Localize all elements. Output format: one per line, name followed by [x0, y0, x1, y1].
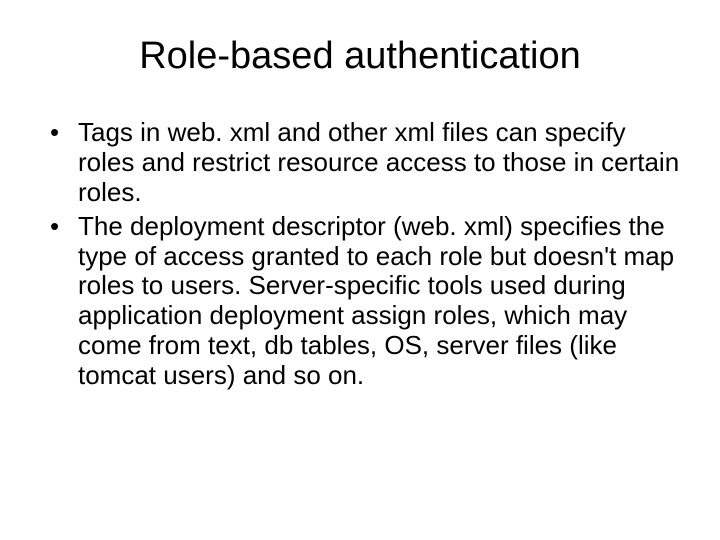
- bullet-item: The deployment descriptor (web. xml) spe…: [50, 212, 680, 391]
- bullet-list: Tags in web. xml and other xml files can…: [40, 118, 680, 391]
- bullet-item: Tags in web. xml and other xml files can…: [50, 118, 680, 208]
- slide-title: Role-based authentication: [40, 35, 680, 78]
